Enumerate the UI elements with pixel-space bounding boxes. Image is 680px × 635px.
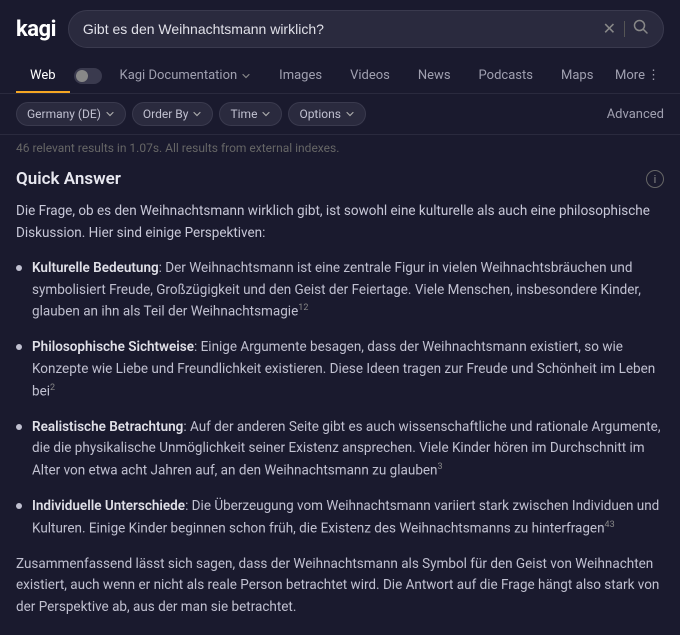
search-input[interactable] <box>83 21 595 37</box>
tab-news[interactable]: News <box>404 58 465 93</box>
chevron-down-icon <box>241 71 251 81</box>
region-chevron-icon <box>105 109 115 119</box>
bullet-dot <box>16 265 22 271</box>
bullet-dot <box>16 503 22 509</box>
bullet-term: Realistische Betrachtung <box>32 419 183 435</box>
tab-more[interactable]: More ⋮ <box>611 58 664 93</box>
bullet-term: Philosophische Sichtweise <box>32 339 194 355</box>
tab-podcasts[interactable]: Podcasts <box>465 58 547 93</box>
options-chevron-icon <box>345 109 355 119</box>
more-dots-icon: ⋮ <box>647 68 660 83</box>
list-item: Kulturelle Bedeutung: Der Weihnachtsmann… <box>16 258 664 323</box>
kagi-docs-toggle[interactable] <box>74 68 102 84</box>
search-divider <box>624 21 625 37</box>
order-chevron-icon <box>192 109 202 119</box>
filter-row: Germany (DE) Order By Time Options Advan… <box>0 94 680 135</box>
bullet-text: Philosophische Sichtweise: Einige Argume… <box>32 337 664 402</box>
quick-answer-title: Quick Answer <box>16 169 121 189</box>
main-content: Quick Answer i Die Frage, ob es den Weih… <box>0 161 680 635</box>
search-bar: ✕ <box>68 10 664 48</box>
bullet-dot <box>16 424 22 430</box>
time-chevron-icon <box>261 109 271 119</box>
bullet-text: Realistische Betrachtung: Auf der andere… <box>32 417 664 482</box>
quick-answer-conclusion: Zusammenfassend lässt sich sagen, dass d… <box>16 554 664 619</box>
header: kagi ✕ <box>0 0 680 58</box>
time-filter[interactable]: Time <box>219 102 282 126</box>
tab-videos[interactable]: Videos <box>336 58 404 93</box>
tab-kagi-docs[interactable]: Kagi Documentation <box>106 58 266 93</box>
list-item: Individuelle Unterschiede: Die Überzeugu… <box>16 496 664 540</box>
bullet-text: Kulturelle Bedeutung: Der Weihnachtsmann… <box>32 258 664 323</box>
quick-answer-header: Quick Answer i <box>16 169 664 189</box>
list-item: Philosophische Sichtweise: Einige Argume… <box>16 337 664 402</box>
region-filter[interactable]: Germany (DE) <box>16 102 126 126</box>
nav-tabs: Web Kagi Documentation Images Videos New… <box>0 58 680 94</box>
bullet-term: Kulturelle Bedeutung <box>32 260 159 276</box>
logo: kagi <box>16 17 56 42</box>
search-icon[interactable] <box>633 19 649 39</box>
bullet-list: Kulturelle Bedeutung: Der Weihnachtsmann… <box>16 258 664 540</box>
tab-images[interactable]: Images <box>265 58 336 93</box>
clear-icon[interactable]: ✕ <box>603 21 616 37</box>
results-info: 46 relevant results in 1.07s. All result… <box>0 135 680 161</box>
toggle-knob <box>76 70 88 82</box>
info-icon[interactable]: i <box>646 170 664 188</box>
options-filter[interactable]: Options <box>288 102 366 126</box>
order-by-filter[interactable]: Order By <box>132 102 214 126</box>
bullet-dot <box>16 344 22 350</box>
bullet-text: Individuelle Unterschiede: Die Überzeugu… <box>32 496 664 540</box>
quick-answer-intro: Die Frage, ob es den Weihnachtsmann wirk… <box>16 201 664 244</box>
list-item: Realistische Betrachtung: Auf der andere… <box>16 417 664 482</box>
tab-maps[interactable]: Maps <box>547 58 607 93</box>
advanced-filter[interactable]: Advanced <box>607 107 664 122</box>
tab-web[interactable]: Web <box>16 58 70 93</box>
bullet-term: Individuelle Unterschiede <box>32 498 185 514</box>
